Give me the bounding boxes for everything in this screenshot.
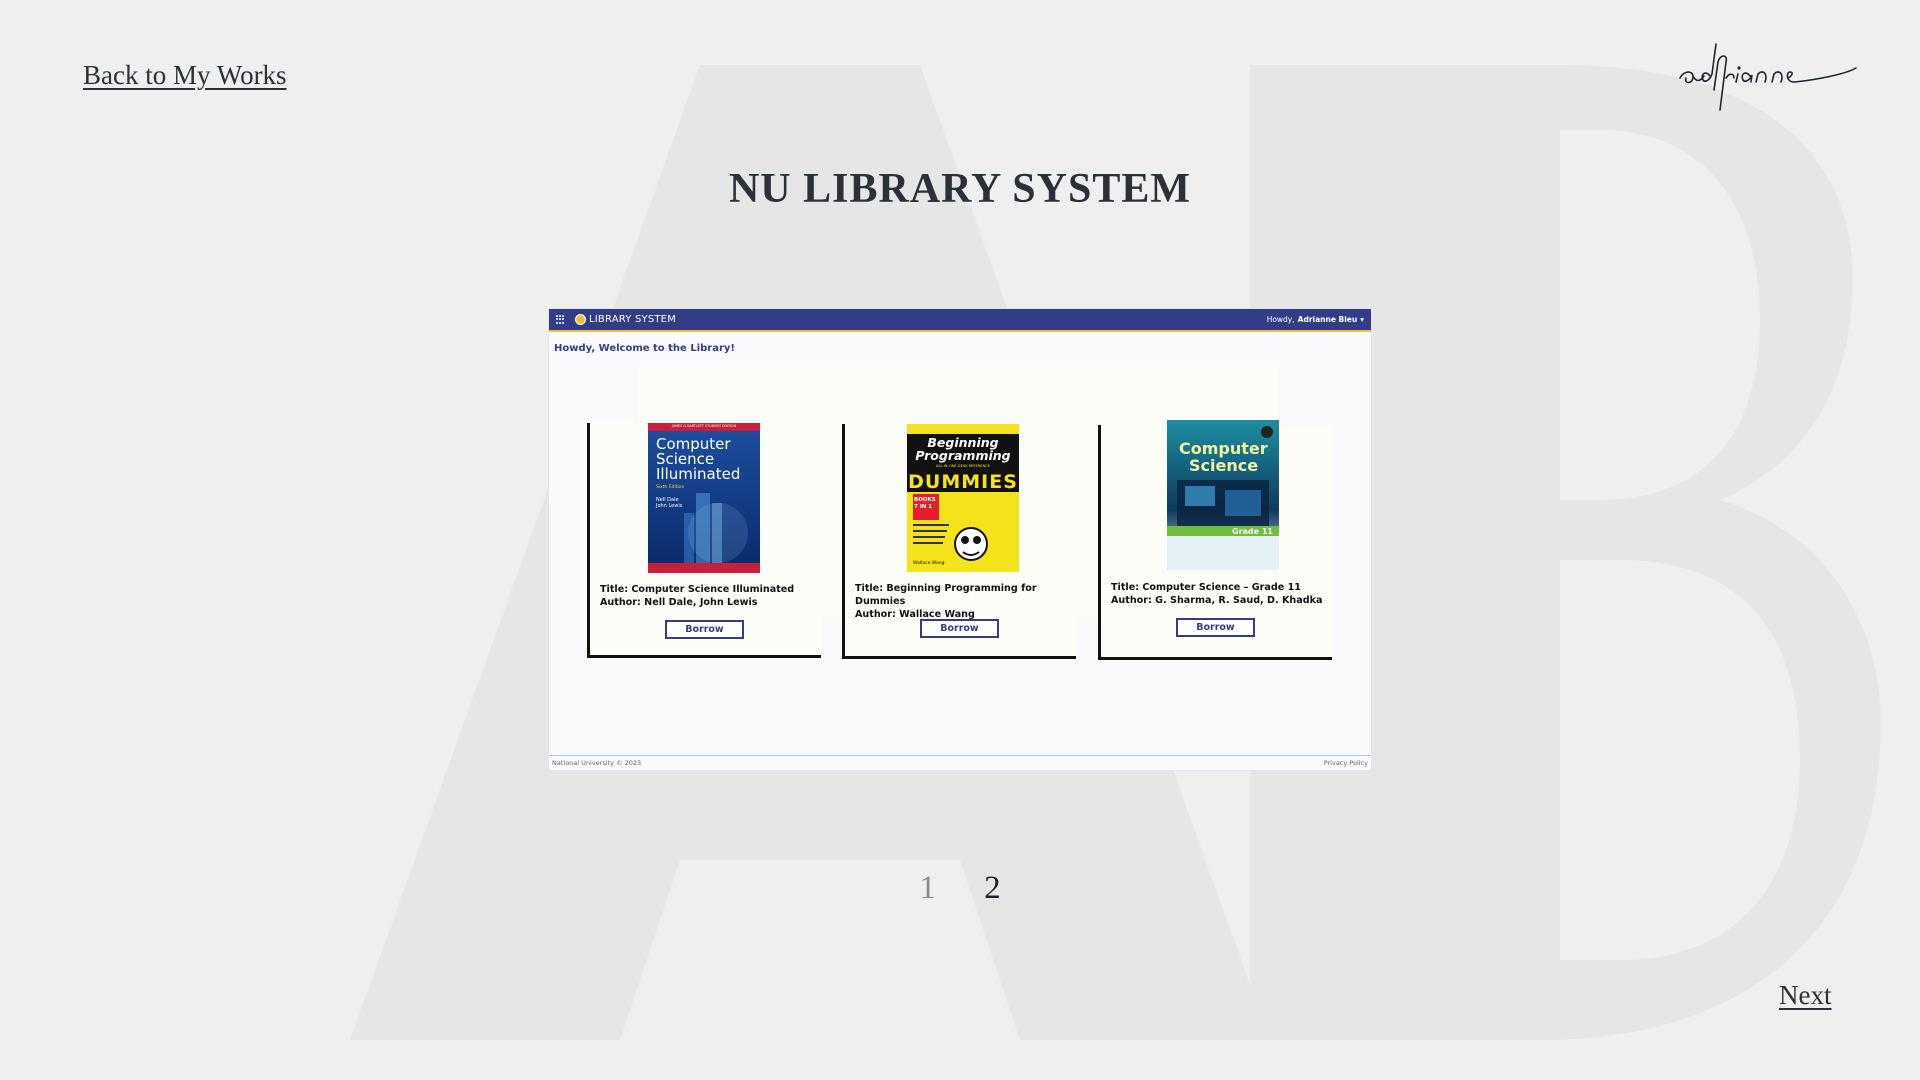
app-header-bar: LIBRARY SYSTEM Howdy, Adrianne Bleu ▾ [549, 309, 1371, 332]
book-author: Author: Nell Dale, John Lewis [600, 597, 758, 608]
book-card: Computer Science Grade 11 Title: Compute… [1098, 420, 1332, 660]
footer-copyright: National University © 2023 [552, 759, 642, 767]
privacy-policy-link[interactable]: Privacy Policy [1324, 759, 1368, 767]
cover-title: Beginning Programming [915, 435, 1011, 463]
apps-grid-icon[interactable] [556, 315, 565, 324]
book-title: Title: Beginning Programming for Dummies [855, 583, 1037, 607]
borrow-button[interactable]: Borrow [665, 620, 744, 639]
cover-brand: DUMMIES [908, 471, 1018, 493]
cover-author: Wallace Wang [913, 561, 945, 566]
cover-badge: BOOKS 7 IN 1 [914, 497, 936, 510]
book-card: Beginning Programming ALL-IN-ONE DESK RE… [842, 424, 1076, 659]
page-1-link[interactable]: 1 [919, 870, 936, 907]
borrow-button[interactable]: Borrow [920, 619, 999, 638]
user-menu[interactable]: Howdy, Adrianne Bleu ▾ [1267, 315, 1364, 324]
cover-title: Computer Science [1179, 439, 1268, 475]
cover-edition: Sixth Edition [656, 485, 685, 490]
cover-grade: Grade 11 [1232, 527, 1273, 536]
borrow-button[interactable]: Borrow [1176, 618, 1255, 637]
caret-down-icon: ▾ [1360, 315, 1364, 324]
book-meta: Title: Computer Science – Grade 11 Autho… [1111, 581, 1322, 607]
book-cover-image: Beginning Programming ALL-IN-ONE DESK RE… [907, 424, 1019, 574]
university-seal-icon [575, 314, 586, 325]
user-name: Adrianne Bleu [1297, 315, 1358, 324]
cover-series: JONES & BARTLETT STUDENT EDITION [671, 424, 737, 428]
back-to-works-link[interactable]: Back to My Works [83, 60, 287, 91]
book-title: Title: Computer Science Illuminated [600, 584, 795, 595]
page-2-link[interactable]: 2 [984, 870, 1001, 907]
signature-logo [1679, 43, 1857, 111]
app-footer: National University © 2023 Privacy Polic… [549, 755, 1371, 770]
cover-title: Computer Science Illuminated [656, 435, 741, 483]
project-screenshot: LIBRARY SYSTEM Howdy, Adrianne Bleu ▾ Ho… [549, 309, 1371, 770]
book-cover-image: Computer Science Grade 11 [1167, 420, 1279, 570]
book-title: Title: Computer Science – Grade 11 [1111, 582, 1301, 593]
pagination: 1 2 [0, 870, 1920, 907]
app-title: LIBRARY SYSTEM [589, 314, 677, 325]
cover-authors: Nell Dale John Lewis [656, 497, 683, 509]
book-meta: Title: Beginning Programming for Dummies… [855, 582, 1076, 621]
next-link[interactable]: Next [1779, 980, 1831, 1011]
book-meta: Title: Computer Science Illuminated Auth… [600, 583, 794, 609]
book-author: Author: G. Sharma, R. Saud, D. Khadka [1111, 595, 1323, 606]
greeting-prefix: Howdy, [1266, 315, 1295, 324]
welcome-message: Howdy, Welcome to the Library! [554, 343, 735, 354]
book-cover-image: JONES & BARTLETT STUDENT EDITION Compute… [648, 423, 760, 573]
cover-subtitle: ALL-IN-ONE DESK REFERENCE [936, 464, 990, 468]
page-title: NU LIBRARY SYSTEM [728, 166, 1192, 212]
book-card: JONES & BARTLETT STUDENT EDITION Compute… [587, 423, 821, 658]
